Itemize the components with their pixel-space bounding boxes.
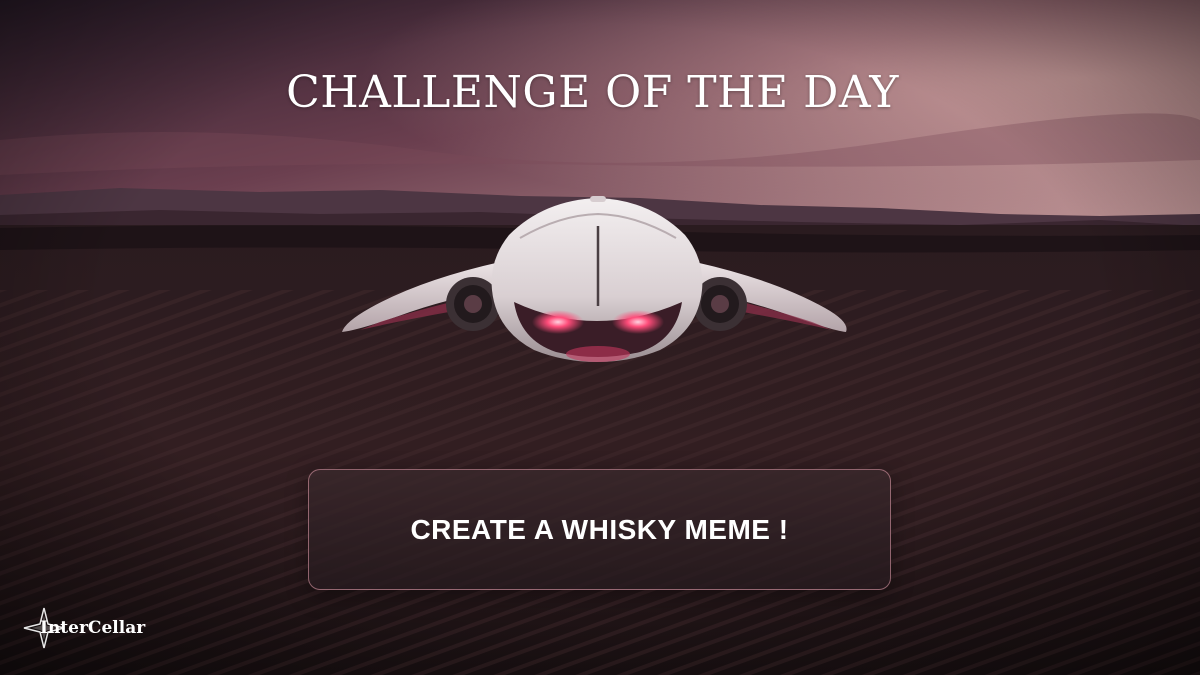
cta-label: CREATE A WHISKY MEME !: [410, 513, 789, 545]
brand-logo: InterCellar: [22, 606, 145, 650]
brand-name: InterCellar: [40, 618, 146, 638]
page-title: CHALLENGE OF THE DAY: [286, 67, 899, 119]
create-whisky-meme-button[interactable]: CREATE A WHISKY MEME !: [308, 469, 891, 590]
